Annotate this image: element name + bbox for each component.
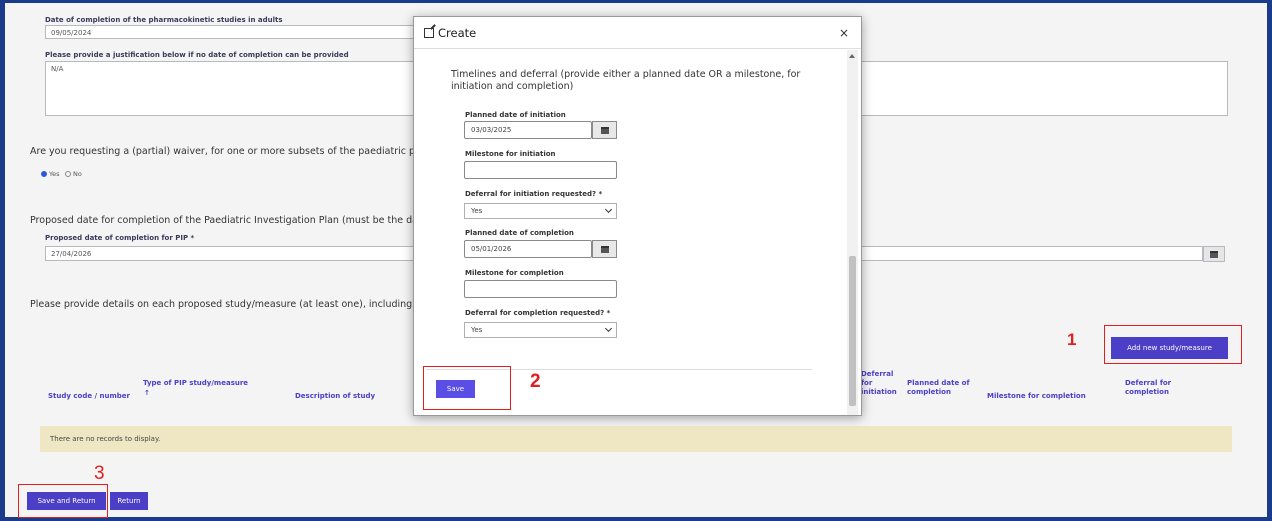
no-records-message: There are no records to display. [40,426,1232,452]
proposed-date-label: Proposed date of completion for PIP * [45,234,195,242]
return-button[interactable]: Return [110,492,148,510]
pk-date-label: Date of completion of the pharmacokineti… [45,16,283,24]
proposed-date-calendar-button[interactable] [1203,246,1225,262]
justification-label: Please provide a justification below if … [45,51,349,59]
deferral-initiation-select[interactable]: Yes [464,203,617,219]
deferral-initiation-label: Deferral for initiation requested? * [465,190,603,198]
close-icon[interactable]: × [839,26,849,40]
modal-scrollbar[interactable] [847,50,858,415]
scroll-thumb[interactable] [849,256,856,406]
annotation-box-3 [18,484,108,518]
th-deferral-initiation-1[interactable]: Deferral [861,370,893,379]
th-milestone-completion[interactable]: Milestone for completion [987,392,1086,401]
waiver-yes-radio[interactable]: Yes [41,170,60,178]
edit-icon [424,28,434,38]
th-planned-completion-2: completion [907,388,951,396]
calendar-icon [1210,250,1218,258]
modal-title: Create [424,26,476,40]
calendar-icon [600,126,609,134]
planned-completion-label: Planned date of completion [465,229,574,237]
milestone-initiation-field[interactable] [464,161,617,179]
planned-initiation-label: Planned date of initiation [465,111,566,119]
planned-completion-field[interactable]: 05/01/2026 [464,240,592,258]
th-deferral-initiation-3: initiation [861,388,897,396]
scroll-up-arrow-icon[interactable] [849,54,855,58]
th-deferral-initiation-2: for [861,379,873,387]
th-type[interactable]: Type of PIP study/measure [143,379,248,388]
deferral-completion-label: Deferral for completion requested? * [465,309,611,317]
milestone-completion-label: Milestone for completion [465,269,564,277]
pk-date-field[interactable]: 09/05/2024 [45,25,420,39]
annotation-box-2 [423,366,511,410]
deferral-completion-select[interactable]: Yes [464,322,617,338]
calendar-icon [600,245,609,253]
annotation-box-1 [1104,325,1242,364]
timelines-intro: Timelines and deferral (provide either a… [451,69,801,92]
radio-checked-icon [41,171,47,177]
milestone-completion-field[interactable] [464,280,617,298]
chevron-down-icon [604,205,613,214]
modal-header: Create × [414,17,861,49]
proposed-date-question: Proposed date for completion of the Paed… [30,215,428,226]
radio-unchecked-icon [65,171,71,177]
milestone-initiation-label: Milestone for initiation [465,150,556,158]
create-modal: Create × Timelines and deferral (provide… [413,16,862,416]
annotation-number-2: 2 [530,371,541,392]
planned-completion-calendar-button[interactable] [592,240,617,258]
th-planned-completion-1[interactable]: Planned date of [907,379,970,388]
planned-initiation-field[interactable]: 03/03/2025 [464,121,592,139]
th-study-code[interactable]: Study code / number [48,392,130,401]
sort-up-arrow-icon: ↑ [144,389,150,397]
chevron-down-icon [604,324,613,333]
th-deferral-completion-2: completion [1125,388,1169,396]
annotation-number-3: 3 [94,463,105,484]
waiver-no-radio[interactable]: No [65,170,82,178]
waiver-question: Are you requesting a (partial) waiver, f… [30,146,427,157]
annotation-number-1: 1 [1067,330,1077,349]
planned-initiation-calendar-button[interactable] [592,121,617,139]
th-description[interactable]: Description of study [295,392,375,401]
th-deferral-completion-1[interactable]: Deferral for [1125,379,1171,388]
details-question: Please provide details on each proposed … [30,299,428,310]
